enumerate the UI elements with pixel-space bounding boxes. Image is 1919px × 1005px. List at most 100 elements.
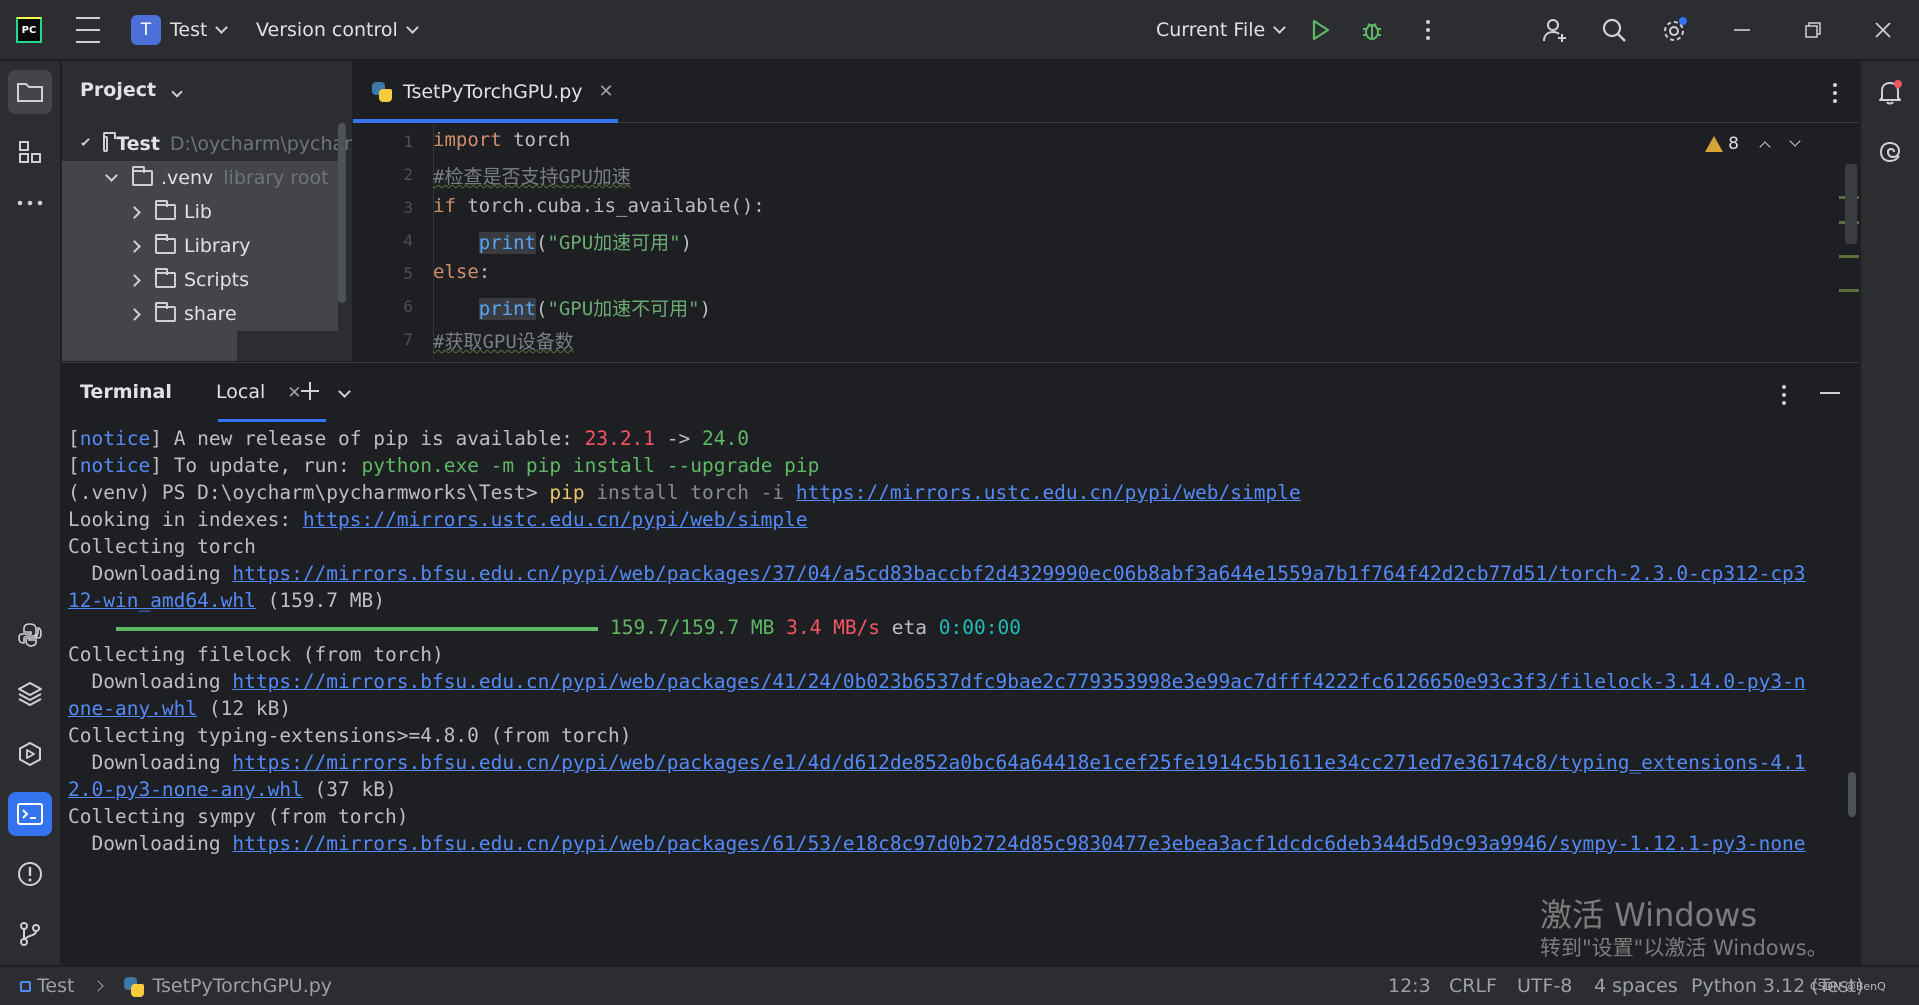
terminal-icon (17, 803, 43, 825)
terminal-link[interactable]: 12-win_amd64.whl (68, 589, 256, 612)
terminal-scrollbar[interactable] (1848, 772, 1856, 817)
inspection-widget[interactable]: 8 (1705, 134, 1801, 154)
folder-icon (155, 200, 176, 220)
line-ending[interactable]: CRLF (1449, 975, 1497, 997)
folder-icon (155, 234, 176, 254)
project-switcher[interactable]: T Test (131, 0, 229, 60)
vcs-label: Version control (256, 19, 398, 41)
settings-button[interactable] (1659, 0, 1689, 60)
debug-button[interactable] (1359, 0, 1385, 60)
bell-icon (1879, 80, 1902, 105)
tree-item-lib[interactable]: Lib (62, 195, 338, 229)
logo-text: PC (16, 17, 42, 43)
tree-item-share[interactable]: share (62, 297, 338, 331)
terminal-tool-button[interactable] (8, 792, 52, 836)
comment: #获取GPU设备数 (433, 331, 574, 353)
restore-button[interactable] (1804, 0, 1822, 60)
code-line: import torch (433, 129, 570, 151)
run-config-selector[interactable]: Current File (1156, 0, 1287, 60)
caret-position[interactable]: 12:3 (1388, 975, 1431, 997)
collapse-arrow-icon[interactable] (128, 307, 141, 321)
terminal-text: (12 kB) (197, 697, 292, 720)
app-logo-icon[interactable]: PC (16, 0, 42, 60)
terminal-tab-local[interactable]: Local ✕ (216, 381, 302, 403)
add-user-button[interactable] (1541, 0, 1569, 60)
chevron-down-icon (215, 20, 229, 34)
editor-tab[interactable]: TsetPyTorchGPU.py ✕ (353, 61, 632, 122)
code-text: ( (535, 232, 548, 254)
terminal-link[interactable]: https://mirrors.bfsu.edu.cn/pypi/web/pac… (232, 670, 1805, 693)
collapse-arrow-icon[interactable] (128, 239, 141, 253)
tree-item-project-root[interactable]: Test D:\oycharm\pychar (62, 127, 352, 161)
git-tool-button[interactable] (8, 912, 52, 956)
chevron-up-icon[interactable] (1759, 141, 1771, 153)
tree-item-venv[interactable]: .venv library root (62, 161, 338, 195)
terminal-link[interactable]: 2.0-py3-none-any.whl (68, 778, 303, 801)
close-window-button[interactable] (1874, 0, 1892, 60)
line-number: 7 (403, 330, 413, 349)
chevron-down-icon[interactable] (1789, 135, 1801, 147)
problems-tool-button[interactable] (8, 852, 52, 896)
terminal-link[interactable]: https://mirrors.ustc.edu.cn/pypi/web/sim… (796, 481, 1301, 504)
editor-scrollbar[interactable] (1845, 164, 1857, 244)
editor-tabs-more-icon[interactable] (1833, 81, 1837, 105)
error-stripe-mark[interactable] (1839, 255, 1859, 258)
code-text: ( (535, 298, 548, 320)
terminal-line: [notice] To update, run: python.exe -m p… (68, 454, 819, 477)
error-stripe-mark[interactable] (1839, 289, 1859, 292)
collapse-arrow-icon[interactable] (128, 205, 141, 219)
expand-arrow-icon[interactable] (81, 136, 90, 146)
terminal-text: (159.7 MB) (255, 589, 385, 612)
python-console-button[interactable] (8, 613, 52, 657)
code-text: : (478, 261, 491, 283)
structure-tool-button[interactable] (8, 130, 52, 174)
more-tools-button[interactable] (8, 181, 52, 225)
tree-item-scripts[interactable]: Scripts (62, 263, 338, 297)
search-button[interactable] (1600, 0, 1628, 60)
indent-setting[interactable]: 4 spaces (1594, 975, 1678, 997)
terminal-text: A new release of pip is available: (161, 427, 585, 450)
close-icon (1875, 22, 1891, 38)
python-packages-button[interactable] (8, 672, 52, 716)
services-button[interactable] (8, 732, 52, 776)
terminal-link[interactable]: https://mirrors.bfsu.edu.cn/pypi/web/pac… (232, 832, 1805, 855)
code-text: torch.cuba.is_available(): (455, 195, 765, 217)
ai-assistant-button[interactable] (1868, 130, 1912, 174)
main-menu-icon[interactable] (76, 0, 100, 60)
minimize-button[interactable] (1733, 0, 1751, 60)
search-icon (1602, 18, 1626, 42)
run-button[interactable] (1308, 0, 1332, 60)
expand-arrow-icon[interactable] (105, 168, 118, 182)
hide-panel-icon[interactable] (1820, 392, 1840, 394)
breadcrumb-file[interactable]: TsetPyTorchGPU.py (153, 975, 333, 997)
close-tab-icon[interactable]: ✕ (599, 81, 614, 102)
terminal-link[interactable]: https://mirrors.ustc.edu.cn/pypi/web/sim… (303, 508, 808, 531)
code-line: else: (433, 261, 490, 283)
notifications-button[interactable] (1868, 70, 1912, 114)
project-tool-button[interactable] (8, 70, 52, 114)
code-editor[interactable]: 1 2 3 4 5 6 7 import torch #检查是否支持GPU加速 … (353, 124, 1859, 360)
more-actions-icon[interactable] (1418, 0, 1438, 60)
terminal-more-icon[interactable] (1782, 383, 1786, 407)
terminal-link[interactable]: https://mirrors.bfsu.edu.cn/pypi/web/pac… (232, 562, 1805, 585)
new-terminal-button[interactable] (298, 379, 322, 407)
services-icon (19, 741, 41, 767)
project-panel-header[interactable]: Project (80, 79, 183, 101)
terminal-output[interactable]: [notice] A new release of pip is availab… (62, 422, 1859, 965)
project-scrollbar[interactable] (338, 123, 346, 303)
line-number: 2 (403, 165, 413, 184)
breadcrumb-project[interactable]: Test (37, 975, 74, 997)
tree-item-partial[interactable] (62, 331, 237, 361)
file-encoding[interactable]: UTF-8 (1517, 975, 1572, 997)
terminal-options-dropdown[interactable] (338, 381, 351, 400)
editor-tab-bar: TsetPyTorchGPU.py ✕ (353, 61, 1859, 123)
activate-windows-hint: 转到"设置"以激活 Windows。 (1540, 936, 1828, 960)
activate-windows-watermark: 激活 Windows (1540, 896, 1758, 934)
bracket: ] (150, 427, 162, 450)
terminal-link[interactable]: https://mirrors.bfsu.edu.cn/pypi/web/pac… (232, 751, 1805, 774)
collapse-arrow-icon[interactable] (128, 273, 141, 287)
tree-item-library[interactable]: Library (62, 229, 338, 263)
terminal-link[interactable]: one-any.whl (68, 697, 197, 720)
vcs-menu[interactable]: Version control (256, 0, 419, 60)
